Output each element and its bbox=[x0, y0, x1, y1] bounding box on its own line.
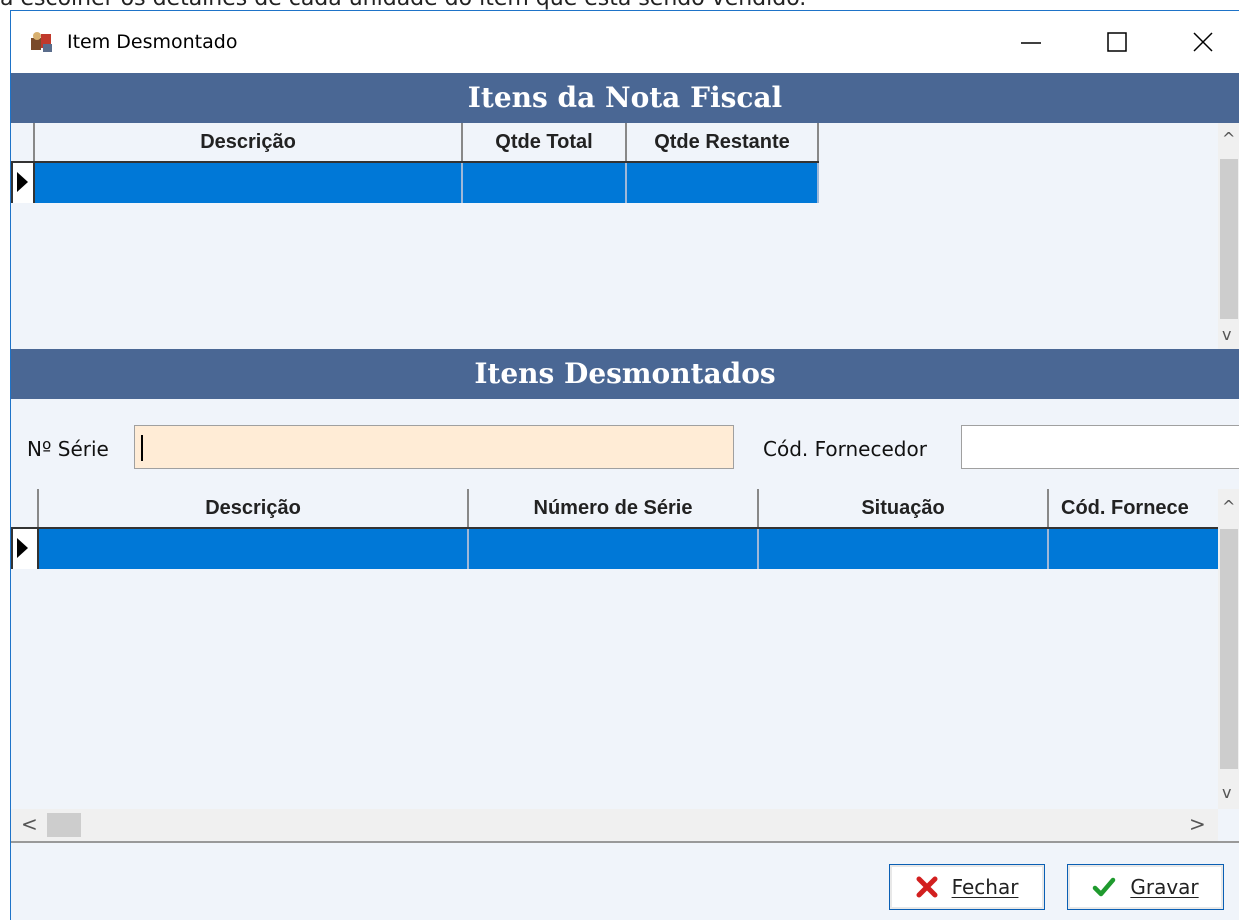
scroll-right-icon[interactable]: > bbox=[1189, 814, 1206, 834]
grid-header: Descrição Qtde Total Qtde Restante bbox=[11, 123, 819, 161]
fornecedor-input[interactable] bbox=[961, 425, 1239, 469]
maximize-icon bbox=[1107, 32, 1127, 52]
column-header-qtde-restante[interactable]: Qtde Restante bbox=[627, 123, 819, 161]
background-caption-text: a escolher os detalhes de cada unidade d… bbox=[0, 0, 1239, 10]
row-pointer-icon bbox=[17, 538, 28, 558]
gravar-label: Gravar bbox=[1130, 875, 1199, 899]
close-button[interactable] bbox=[1171, 11, 1235, 73]
scroll-up-icon[interactable]: ^ bbox=[1222, 131, 1235, 147]
cell-qtde-total[interactable] bbox=[463, 163, 627, 203]
scroll-up-icon[interactable]: ^ bbox=[1222, 499, 1235, 515]
close-icon bbox=[1193, 32, 1213, 52]
row-indicator bbox=[11, 163, 35, 203]
scroll-left-icon[interactable]: < bbox=[21, 814, 38, 834]
column-header-situacao[interactable]: Situação bbox=[759, 489, 1049, 527]
serie-label: Nº Série bbox=[27, 437, 109, 461]
row-pointer-icon bbox=[17, 172, 28, 192]
window-title: Item Desmontado bbox=[67, 31, 238, 53]
green-check-icon bbox=[1093, 877, 1116, 897]
scrollbar-thumb[interactable] bbox=[47, 813, 81, 837]
gravar-button[interactable]: Gravar bbox=[1067, 864, 1224, 910]
table-row[interactable] bbox=[11, 527, 1218, 569]
title-bar[interactable]: Item Desmontado bbox=[11, 11, 1239, 73]
table-row[interactable] bbox=[11, 161, 819, 203]
section-header-itens-nota-fiscal: Itens da Nota Fiscal bbox=[11, 73, 1239, 123]
grid-header: Descrição Número de Série Situação Cód. … bbox=[11, 489, 1217, 527]
cell-descricao[interactable] bbox=[35, 163, 463, 203]
footer-divider bbox=[11, 841, 1239, 843]
grid-header-indicator bbox=[11, 489, 39, 527]
scroll-down-icon[interactable]: v bbox=[1222, 785, 1231, 801]
cell-qtde-restante[interactable] bbox=[627, 163, 819, 203]
red-x-icon bbox=[916, 876, 938, 898]
fechar-button[interactable]: Fechar bbox=[889, 864, 1045, 910]
scrollbar-thumb[interactable] bbox=[1220, 529, 1238, 769]
scrollbar-corner bbox=[1218, 809, 1239, 841]
app-icon bbox=[31, 32, 52, 52]
scrollbar-thumb[interactable] bbox=[1220, 159, 1238, 319]
serie-input[interactable] bbox=[134, 425, 734, 469]
text-caret bbox=[141, 435, 143, 461]
column-header-descricao[interactable]: Descrição bbox=[39, 489, 469, 527]
row-indicator bbox=[11, 529, 39, 569]
item-desmontado-window: Item Desmontado Itens da Nota Fiscal Des… bbox=[10, 10, 1239, 920]
vertical-scrollbar[interactable]: ^ v bbox=[1218, 123, 1239, 349]
fechar-label: Fechar bbox=[951, 875, 1019, 899]
grid-header-indicator bbox=[11, 123, 35, 161]
horizontal-scrollbar[interactable]: < > bbox=[11, 809, 1218, 841]
itens-nota-fiscal-grid[interactable]: Descrição Qtde Total Qtde Restante ^ v bbox=[11, 123, 1239, 349]
minimize-button[interactable] bbox=[999, 11, 1063, 73]
scroll-down-icon[interactable]: v bbox=[1222, 327, 1231, 343]
column-header-qtde-total[interactable]: Qtde Total bbox=[463, 123, 627, 161]
column-header-descricao[interactable]: Descrição bbox=[35, 123, 463, 161]
column-header-numero-serie[interactable]: Número de Série bbox=[469, 489, 759, 527]
cell-cod-fornecedor[interactable] bbox=[1049, 529, 1218, 569]
cell-situacao[interactable] bbox=[759, 529, 1049, 569]
vertical-scrollbar[interactable]: ^ v bbox=[1218, 489, 1239, 809]
fornecedor-label: Cód. Fornecedor bbox=[763, 437, 927, 461]
section-header-itens-desmontados: Itens Desmontados bbox=[11, 349, 1239, 399]
itens-desmontados-grid[interactable]: Descrição Número de Série Situação Cód. … bbox=[11, 489, 1239, 841]
cell-numero-serie[interactable] bbox=[469, 529, 759, 569]
column-header-cod-fornecedor[interactable]: Cód. Fornece bbox=[1049, 489, 1217, 527]
minimize-icon bbox=[1021, 42, 1041, 44]
cell-descricao[interactable] bbox=[39, 529, 469, 569]
maximize-button[interactable] bbox=[1085, 11, 1149, 73]
